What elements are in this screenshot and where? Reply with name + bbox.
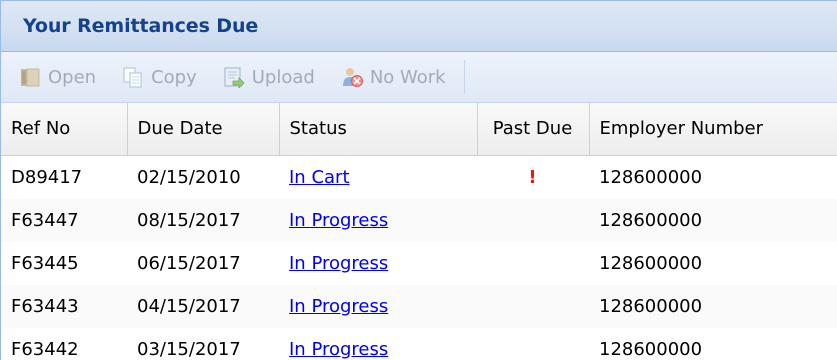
past-due-flag: ! xyxy=(528,166,537,188)
copy-button[interactable]: Copy xyxy=(122,66,197,88)
status-link[interactable]: In Progress xyxy=(289,253,388,274)
status-cell: In Progress xyxy=(279,328,477,360)
employer-number-cell: 128600000 xyxy=(599,166,703,188)
no-work-icon xyxy=(341,66,363,88)
upload-button-label: Upload xyxy=(251,66,315,88)
employer-number-cell: 128600000 xyxy=(589,284,837,328)
past-due-cell xyxy=(477,328,589,360)
column-header-status[interactable]: Status xyxy=(279,103,478,156)
employer-number-cell: 128600000 xyxy=(599,252,703,274)
table-row[interactable]: D89417 02/15/2010 In Cart ! 128600000 xyxy=(1,155,837,199)
table-row[interactable]: F63445 06/15/2017 In Progress 128600000 xyxy=(1,242,837,285)
open-button[interactable]: Open xyxy=(19,66,96,88)
open-folder-icon xyxy=(19,66,41,88)
due-date-cell: 02/15/2010 xyxy=(137,166,241,188)
remittances-panel: Your Remittances Due Open Copy Upload No… xyxy=(0,0,837,360)
no-work-button[interactable]: No Work xyxy=(341,66,446,88)
past-due-cell: ! xyxy=(477,155,589,199)
copy-button-label: Copy xyxy=(151,66,197,88)
column-header-past-due[interactable]: Past Due xyxy=(477,103,590,156)
status-link[interactable]: In Progress xyxy=(289,210,388,231)
employer-number-cell: 128600000 xyxy=(589,198,837,242)
panel-title: Your Remittances Due xyxy=(23,15,259,37)
no-work-button-label: No Work xyxy=(369,66,446,88)
ref-no-cell: F63445 xyxy=(11,252,79,274)
due-date-cell: 04/15/2017 xyxy=(127,284,279,328)
toolbar-separator xyxy=(463,60,465,94)
employer-number-cell: 128600000 xyxy=(599,338,703,360)
status-link[interactable]: In Progress xyxy=(289,339,388,360)
table-row[interactable]: F63447 08/15/2017 In Progress 128600000 xyxy=(1,198,837,242)
panel-header: Your Remittances Due xyxy=(1,0,837,52)
past-due-cell xyxy=(477,198,589,242)
table-row[interactable]: F63442 03/15/2017 In Progress 128600000 xyxy=(1,328,837,360)
grid-header-row: Ref No Due Date Status Past Due Employer… xyxy=(1,103,837,156)
status-link[interactable]: In Cart xyxy=(289,167,350,188)
past-due-cell xyxy=(477,284,589,328)
status-link[interactable]: In Progress xyxy=(289,296,388,317)
copy-icon xyxy=(122,66,144,88)
due-date-cell: 03/15/2017 xyxy=(137,338,241,360)
remittances-grid: Ref No Due Date Status Past Due Employer… xyxy=(1,103,837,360)
status-cell: In Cart xyxy=(279,155,477,199)
ref-no-cell: F63443 xyxy=(1,284,127,328)
status-cell: In Progress xyxy=(279,284,477,328)
upload-button[interactable]: Upload xyxy=(223,66,315,89)
column-header-employer-number[interactable]: Employer Number xyxy=(589,103,837,156)
open-button-label: Open xyxy=(48,66,97,88)
due-date-cell: 06/15/2017 xyxy=(137,252,241,274)
ref-no-cell: D89417 xyxy=(11,166,83,188)
column-header-ref-no[interactable]: Ref No xyxy=(1,103,128,156)
ref-no-cell: F63447 xyxy=(1,198,127,242)
table-row[interactable]: F63443 04/15/2017 In Progress 128600000 xyxy=(1,284,837,328)
upload-icon xyxy=(223,66,245,89)
past-due-cell xyxy=(477,242,589,285)
toolbar: Open Copy Upload No Work xyxy=(1,52,837,103)
status-cell: In Progress xyxy=(279,242,477,285)
status-cell: In Progress xyxy=(279,198,477,242)
column-header-due-date[interactable]: Due Date xyxy=(127,103,280,156)
due-date-cell: 08/15/2017 xyxy=(127,198,279,242)
ref-no-cell: F63442 xyxy=(11,338,79,360)
